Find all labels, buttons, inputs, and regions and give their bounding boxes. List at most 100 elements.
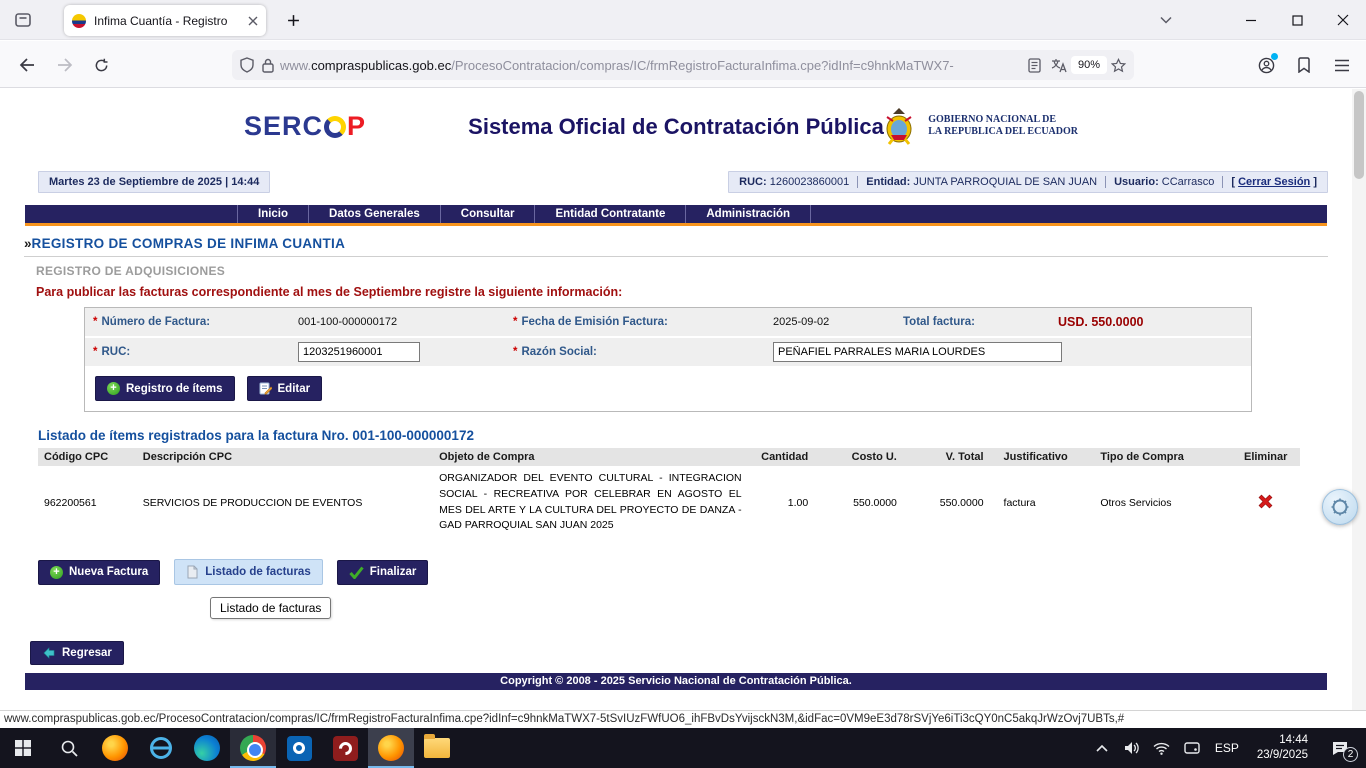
taskbar-search-icon[interactable] — [46, 728, 92, 768]
taskbar: ESP 14:4423/9/2025 2 — [0, 728, 1366, 768]
lock-icon[interactable] — [262, 58, 274, 73]
cell-justificativo: factura — [998, 466, 1095, 539]
browser-tab[interactable]: Infima Cuantía - Registro — [64, 5, 266, 36]
tray-app-icon[interactable] — [1179, 728, 1205, 768]
session-bar: RUC: 1260023860001Entidad: JUNTA PARROQU… — [728, 171, 1328, 193]
maximize-button[interactable] — [1274, 0, 1320, 40]
form-buttons: +Registro de ítems Editar — [85, 368, 1251, 411]
edit-icon — [259, 382, 272, 395]
extensions-icon[interactable] — [1290, 51, 1318, 79]
status-bar: www.compraspublicas.gob.ec/ProcesoContra… — [0, 710, 1366, 728]
account-icon[interactable] — [1252, 51, 1280, 79]
page-content: SERCP Sistema Oficial de Contratación Pú… — [0, 89, 1352, 690]
cell-objeto: ORGANIZADOR DEL EVENTO CULTURAL - INTEGR… — [433, 466, 747, 539]
taskbar-edge-icon[interactable] — [184, 728, 230, 768]
tab-close-icon[interactable] — [248, 16, 258, 26]
taskbar-firefox-active-icon[interactable] — [368, 728, 414, 768]
back-arrow-icon — [42, 647, 56, 659]
cell-tipo: Otros Servicios — [1094, 466, 1231, 539]
table-header-row: Código CPC Descripción CPC Objeto de Com… — [38, 448, 1300, 466]
delete-item-icon[interactable] — [1256, 492, 1275, 511]
translate-icon[interactable] — [1051, 58, 1067, 73]
info-row: Martes 23 de Septiembre de 2025 | 14:44 … — [24, 171, 1328, 195]
items-list-title: Listado de ítems registrados para la fac… — [38, 428, 1328, 443]
ruc-input[interactable] — [298, 342, 420, 362]
col-objeto-compra: Objeto de Compra — [433, 448, 747, 466]
editar-button[interactable]: Editar — [247, 376, 323, 401]
page-viewport: SERCP Sistema Oficial de Contratación Pú… — [0, 89, 1366, 710]
form-row-2: *RUC: *Razón Social: — [85, 338, 1251, 366]
items-table: Código CPC Descripción CPC Objeto de Com… — [38, 448, 1300, 539]
menu-item-entidad-contratante[interactable]: Entidad Contratante — [535, 205, 686, 223]
datetime-bar: Martes 23 de Septiembre de 2025 | 14:44 — [38, 171, 270, 193]
site-header: SERCP Sistema Oficial de Contratación Pú… — [24, 89, 1328, 169]
col-v-total: V. Total — [911, 448, 998, 466]
menu-item-administracion[interactable]: Administración — [686, 205, 811, 223]
menu-item-inicio[interactable]: Inicio — [237, 205, 309, 223]
notification-center-icon[interactable]: 2 — [1320, 728, 1360, 768]
emission-date-value: 2025-09-02 — [765, 312, 895, 332]
account-notification-dot — [1271, 53, 1278, 60]
page-subtitle: REGISTRO DE ADQUISICIONES — [36, 264, 1328, 278]
taskbar-chrome-icon[interactable] — [230, 728, 276, 768]
scrollbar-thumb[interactable] — [1354, 91, 1364, 179]
regresar-button[interactable]: Regresar — [30, 641, 124, 665]
menu-item-datos-generales[interactable]: Datos Generales — [309, 205, 441, 223]
registro-items-button[interactable]: +Registro de ítems — [95, 376, 235, 401]
reader-mode-icon[interactable] — [1028, 58, 1041, 73]
government-logo: GOBIERNO NACIONAL DELA REPUBLICA DEL ECU… — [878, 105, 1078, 147]
tab-manager-icon[interactable] — [10, 8, 36, 32]
tray-chevron-icon[interactable] — [1089, 728, 1115, 768]
close-window-button[interactable] — [1320, 0, 1366, 40]
col-cantidad: Cantidad — [748, 448, 823, 466]
reload-button[interactable] — [86, 51, 116, 79]
url-bar[interactable]: www.compraspublicas.gob.ec/ProcesoContra… — [232, 50, 1134, 80]
taskbar-file-explorer-icon[interactable] — [414, 728, 460, 768]
zoom-level-badge[interactable]: 90% — [1071, 56, 1107, 74]
new-tab-button[interactable] — [280, 8, 306, 32]
menu-icon[interactable] — [1328, 51, 1356, 79]
logout-link[interactable]: Cerrar Sesión — [1238, 176, 1310, 188]
start-button[interactable] — [0, 728, 46, 768]
razon-social-input[interactable] — [773, 342, 1062, 362]
page-scrollbar[interactable] — [1352, 89, 1366, 710]
status-url: www.compraspublicas.gob.ec/ProcesoContra… — [4, 713, 1124, 725]
nueva-factura-button[interactable]: +Nueva Factura — [38, 560, 160, 585]
col-eliminar: Eliminar — [1231, 448, 1300, 466]
cell-descripcion: SERVICIOS DE PRODUCCION DE EVENTOS — [137, 466, 433, 539]
plus-icon: + — [107, 382, 120, 395]
finalizar-button[interactable]: Finalizar — [337, 560, 429, 585]
invoice-number-value: 001-100-000000172 — [290, 312, 505, 332]
tab-strip: Infima Cuantía - Registro — [0, 0, 1366, 40]
list-tabs-chevron-icon[interactable] — [1152, 8, 1180, 32]
taskbar-firefox-icon[interactable] — [92, 728, 138, 768]
floating-extension-button[interactable] — [1322, 489, 1358, 525]
invoice-number-label: Número de Factura: — [101, 316, 210, 328]
volume-icon[interactable] — [1119, 728, 1145, 768]
language-indicator[interactable]: ESP — [1209, 741, 1245, 755]
plus-icon: + — [50, 566, 63, 579]
emission-date-label: Fecha de Emisión Factura: — [521, 316, 667, 328]
system-tray: ESP 14:4423/9/2025 2 — [1089, 728, 1366, 768]
minimize-button[interactable] — [1228, 0, 1274, 40]
browser-window: Infima Cuantía - Registro www.compraspub… — [0, 0, 1366, 768]
col-tipo-compra: Tipo de Compra — [1094, 448, 1231, 466]
menu-item-consultar[interactable]: Consultar — [441, 205, 536, 223]
ecuador-crest-icon — [878, 105, 920, 147]
bookmark-star-icon[interactable] — [1111, 58, 1126, 73]
col-justificativo: Justificativo — [998, 448, 1095, 466]
forward-button[interactable] — [50, 51, 80, 79]
cell-vtotal: 550.0000 — [911, 466, 998, 539]
shield-icon[interactable] — [240, 57, 254, 73]
razon-social-label: Razón Social: — [521, 346, 596, 358]
listado-facturas-button[interactable]: Listado de facturas — [174, 559, 322, 585]
total-label: Total factura: — [895, 312, 1050, 332]
clock[interactable]: 14:4423/9/2025 — [1249, 733, 1316, 763]
cell-costo: 550.0000 — [822, 466, 911, 539]
wifi-icon[interactable] — [1149, 728, 1175, 768]
taskbar-acrobat-icon[interactable] — [322, 728, 368, 768]
taskbar-internet-explorer-icon[interactable] — [138, 728, 184, 768]
back-button[interactable] — [12, 51, 42, 79]
taskbar-outlook-icon[interactable] — [276, 728, 322, 768]
url-text: www.compraspublicas.gob.ec/ProcesoContra… — [280, 58, 1028, 73]
